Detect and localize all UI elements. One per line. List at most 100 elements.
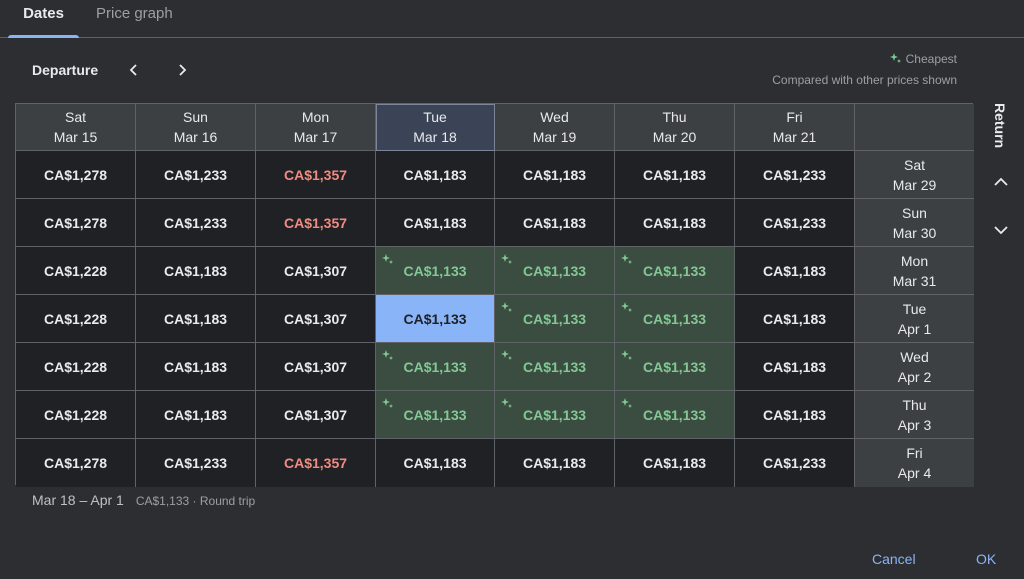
- price-cell[interactable]: CA$1,233: [735, 439, 855, 487]
- price-cell[interactable]: CA$1,183: [376, 151, 495, 199]
- price-cell[interactable]: CA$1,183: [735, 295, 855, 343]
- price-cell[interactable]: CA$1,133: [376, 247, 495, 295]
- header-day: Sun: [183, 109, 208, 125]
- price-value: CA$1,133: [642, 262, 707, 279]
- price-value: CA$1,133: [522, 406, 587, 423]
- price-cell[interactable]: CA$1,183: [735, 247, 855, 295]
- legend-cheapest-label: Cheapest: [905, 52, 957, 66]
- price-value: CA$1,233: [163, 166, 228, 183]
- header-day: Sat: [64, 109, 86, 125]
- return-date: Mar 30: [892, 224, 937, 241]
- price-cell[interactable]: CA$1,133: [495, 343, 615, 391]
- price-value: CA$1,307: [283, 358, 348, 375]
- departure-next-button[interactable]: [169, 57, 195, 83]
- price-cell[interactable]: CA$1,183: [735, 343, 855, 391]
- return-date-header: Tue Apr 1: [855, 295, 974, 343]
- return-day: Fri: [906, 445, 923, 461]
- price-cell[interactable]: CA$1,228: [16, 247, 136, 295]
- tab-dates[interactable]: Dates: [8, 0, 79, 38]
- tab-price-graph[interactable]: Price graph: [96, 0, 173, 37]
- price-cell[interactable]: CA$1,183: [495, 151, 615, 199]
- price-cell[interactable]: CA$1,133: [495, 391, 615, 439]
- header-day: Thu: [662, 109, 687, 125]
- price-cell[interactable]: CA$1,307: [256, 295, 376, 343]
- price-cell[interactable]: CA$1,133: [615, 247, 735, 295]
- price-value: CA$1,133: [642, 406, 707, 423]
- return-date-header: Fri Apr 4: [855, 439, 974, 487]
- sparkle-icon: [501, 253, 513, 269]
- price-cell-selected[interactable]: CA$1,133: [376, 295, 495, 343]
- price-cell[interactable]: CA$1,357: [256, 151, 376, 199]
- return-day: Sat: [903, 156, 925, 173]
- chevron-up-icon: [994, 177, 1008, 186]
- price-cell[interactable]: CA$1,233: [735, 199, 855, 247]
- price-cell[interactable]: CA$1,183: [136, 391, 256, 439]
- price-cell[interactable]: CA$1,183: [376, 439, 495, 487]
- price-cell[interactable]: CA$1,233: [136, 439, 256, 487]
- price-value: CA$1,133: [642, 310, 707, 327]
- price-cell[interactable]: CA$1,183: [615, 439, 735, 487]
- price-cell[interactable]: CA$1,233: [136, 151, 256, 199]
- return-date: Apr 4: [897, 465, 932, 481]
- return-day: Mon: [900, 252, 929, 269]
- price-value: CA$1,307: [283, 310, 348, 327]
- price-cell[interactable]: CA$1,183: [136, 343, 256, 391]
- price-cell[interactable]: CA$1,183: [495, 199, 615, 247]
- price-cell[interactable]: CA$1,278: [16, 199, 136, 247]
- departure-prev-button[interactable]: [121, 57, 147, 83]
- departure-date-header: Wed Mar 19: [495, 104, 615, 151]
- price-cell[interactable]: CA$1,133: [615, 295, 735, 343]
- price-cell[interactable]: CA$1,357: [256, 439, 376, 487]
- price-value: CA$1,183: [403, 214, 467, 231]
- price-cell[interactable]: CA$1,133: [495, 295, 615, 343]
- price-value: CA$1,278: [43, 214, 108, 231]
- price-cell[interactable]: CA$1,133: [376, 391, 495, 439]
- sparkle-icon: [889, 53, 901, 63]
- price-cell[interactable]: CA$1,228: [16, 391, 136, 439]
- return-next-button[interactable]: [990, 219, 1012, 241]
- chevron-down-icon: [994, 226, 1008, 235]
- price-cell[interactable]: CA$1,133: [495, 247, 615, 295]
- price-value: CA$1,183: [642, 455, 707, 471]
- price-cell[interactable]: CA$1,278: [16, 439, 136, 487]
- price-value: CA$1,133: [522, 262, 587, 279]
- price-cell[interactable]: CA$1,307: [256, 391, 376, 439]
- price-value: CA$1,183: [642, 166, 707, 183]
- price-cell[interactable]: CA$1,183: [735, 391, 855, 439]
- price-cell[interactable]: CA$1,183: [136, 295, 256, 343]
- price-cell[interactable]: CA$1,183: [495, 439, 615, 487]
- selection-dates: Mar 18 – Apr 1: [32, 492, 124, 508]
- header-date: Mar 19: [532, 129, 577, 145]
- price-value: CA$1,133: [522, 310, 587, 327]
- price-value: CA$1,233: [163, 455, 228, 471]
- price-cell[interactable]: CA$1,357: [256, 199, 376, 247]
- price-cell[interactable]: CA$1,233: [735, 151, 855, 199]
- return-day: Sun: [902, 204, 927, 221]
- price-cell[interactable]: CA$1,233: [136, 199, 256, 247]
- price-cell[interactable]: CA$1,228: [16, 295, 136, 343]
- price-cell[interactable]: CA$1,133: [376, 343, 495, 391]
- price-cell[interactable]: CA$1,307: [256, 343, 376, 391]
- legend-cheapest: Cheapest: [889, 52, 957, 66]
- chevron-left-icon: [129, 64, 137, 76]
- price-value: CA$1,133: [403, 406, 467, 423]
- price-cell[interactable]: CA$1,278: [16, 151, 136, 199]
- price-value: CA$1,228: [43, 358, 108, 375]
- price-cell[interactable]: CA$1,183: [376, 199, 495, 247]
- selection-summary: Mar 18 – Apr 1 CA$1,133 · Round trip: [32, 492, 255, 508]
- departure-date-header: Fri Mar 21: [735, 104, 855, 151]
- price-cell[interactable]: CA$1,183: [136, 247, 256, 295]
- price-cell[interactable]: CA$1,183: [615, 151, 735, 199]
- price-value: CA$1,357: [283, 214, 348, 231]
- price-cell[interactable]: CA$1,133: [615, 343, 735, 391]
- sparkle-icon: [382, 349, 394, 365]
- price-cell[interactable]: CA$1,307: [256, 247, 376, 295]
- price-cell[interactable]: CA$1,183: [615, 199, 735, 247]
- price-cell[interactable]: CA$1,228: [16, 343, 136, 391]
- price-value: CA$1,183: [403, 455, 467, 471]
- cancel-button[interactable]: Cancel: [872, 551, 916, 567]
- price-value: CA$1,228: [43, 406, 108, 423]
- return-prev-button[interactable]: [990, 171, 1012, 193]
- ok-button[interactable]: OK: [976, 551, 996, 567]
- price-cell[interactable]: CA$1,133: [615, 391, 735, 439]
